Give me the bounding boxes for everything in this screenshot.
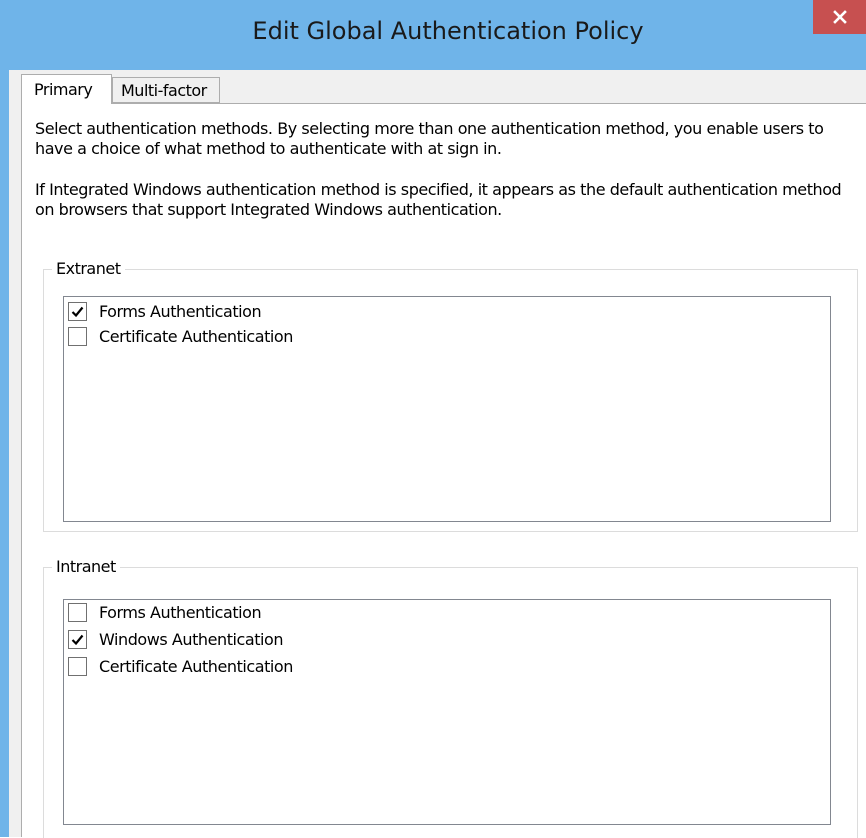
title-bar[interactable]: Edit Global Authentication Policy (9, 0, 866, 70)
intranet-group-label: Intranet (52, 557, 120, 576)
list-item-label: Certificate Authentication (99, 656, 293, 676)
list-item[interactable]: Forms Authentication (68, 300, 262, 322)
list-item-label: Windows Authentication (99, 629, 284, 649)
windows-authentication-checkbox[interactable] (68, 629, 87, 649)
close-button[interactable] (813, 0, 866, 34)
description-integrated-windows: If Integrated Windows authentication met… (35, 180, 842, 219)
checkmark-icon (71, 634, 84, 645)
intranet-group: Intranet Forms Authentication Windows Au… (43, 557, 858, 838)
list-item-label: Forms Authentication (99, 602, 262, 622)
certificate-authentication-checkbox[interactable] (68, 326, 87, 346)
close-icon (832, 10, 847, 24)
forms-authentication-checkbox[interactable] (68, 602, 87, 622)
list-item[interactable]: Forms Authentication (68, 601, 262, 623)
certificate-authentication-checkbox[interactable] (68, 656, 87, 676)
extranet-methods-list[interactable]: Forms Authentication Certificate Authent… (63, 296, 831, 522)
list-item-label: Forms Authentication (99, 301, 262, 321)
extranet-group: Extranet Forms Authentication Certificat… (43, 259, 858, 532)
window-frame (0, 0, 9, 837)
intranet-methods-list[interactable]: Forms Authentication Windows Authenticat… (63, 599, 831, 825)
dialog-client-area: Multi-factor Primary Select authenticati… (9, 70, 866, 838)
description-methods: Select authentication methods. By select… (35, 119, 824, 158)
list-item-label: Certificate Authentication (99, 326, 293, 346)
checkmark-icon (71, 306, 84, 317)
tab-multi-factor[interactable]: Multi-factor (112, 77, 220, 103)
dialog-window: Edit Global Authentication Policy Multi-… (0, 0, 866, 838)
list-item[interactable]: Certificate Authentication (68, 655, 293, 677)
list-item[interactable]: Windows Authentication (68, 628, 284, 650)
tab-primary[interactable]: Primary (21, 74, 112, 104)
forms-authentication-checkbox[interactable] (68, 301, 87, 321)
extranet-group-label: Extranet (52, 259, 125, 278)
window-title: Edit Global Authentication Policy (252, 17, 644, 45)
list-item[interactable]: Certificate Authentication (68, 325, 293, 347)
primary-tab-panel: Select authentication methods. By select… (21, 103, 866, 838)
